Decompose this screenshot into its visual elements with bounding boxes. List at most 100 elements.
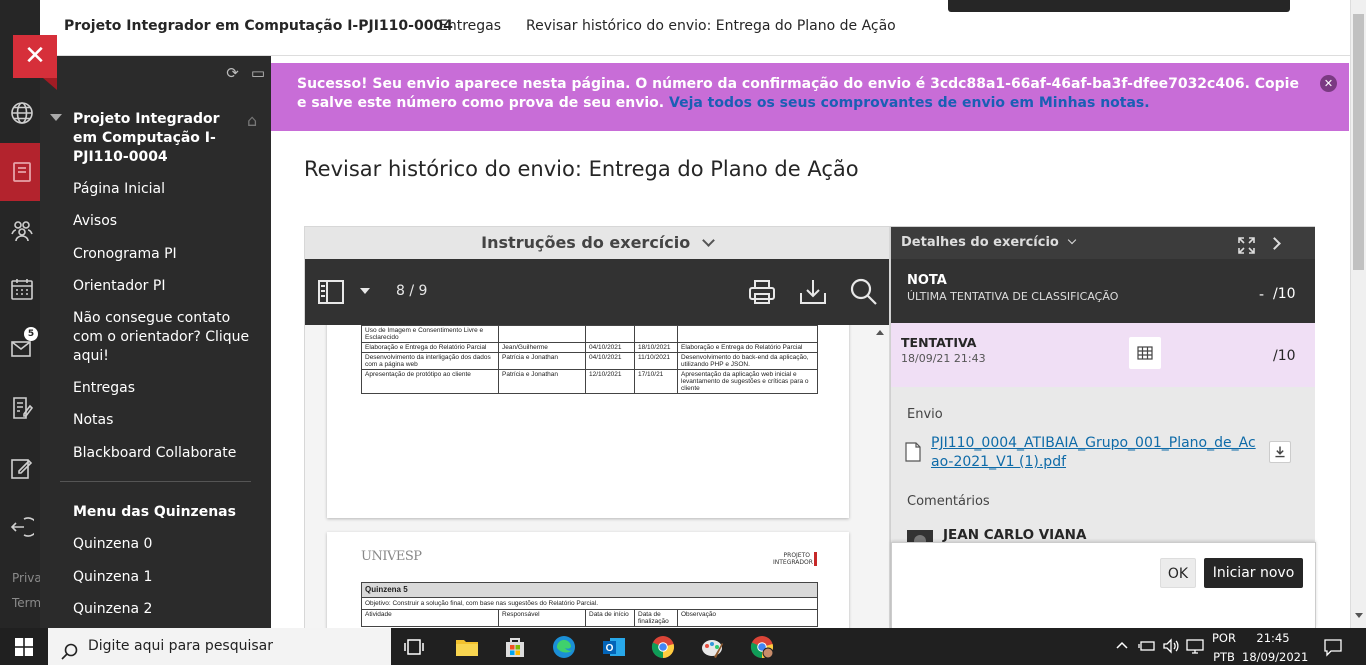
search-icon: [61, 638, 78, 660]
breadcrumb-deliveries[interactable]: Entregas: [439, 18, 501, 34]
chrome-icon[interactable]: [651, 635, 675, 659]
language-indicator[interactable]: POR PTB: [1206, 630, 1242, 665]
menu-section-title[interactable]: Menu das Quinzenas: [73, 503, 236, 522]
menu-item-grades[interactable]: Notas: [73, 411, 113, 430]
search-icon[interactable]: [849, 277, 879, 307]
table-row: Elaboração e Entrega do Relatório Parcia…: [361, 342, 818, 353]
windows-start-icon[interactable]: [15, 638, 33, 656]
submission-label: Envio: [907, 407, 943, 422]
grade-label: NOTA: [907, 273, 947, 288]
commenter-name: JEAN CARLO VIANA: [943, 527, 1087, 543]
table-cell: Apresentação de protótipo ao cliente: [361, 369, 499, 394]
table-cell: 12/10/2021: [585, 369, 635, 394]
scroll-down-icon[interactable]: [1355, 613, 1363, 618]
outlook-icon[interactable]: O: [602, 635, 626, 659]
task-view-icon[interactable]: [403, 635, 427, 659]
globe-icon[interactable]: [10, 101, 34, 125]
window-scrollbar[interactable]: [1350, 0, 1366, 628]
pdf-page-8: Uso de Imagem e Consentimento Livre e Es…: [327, 325, 849, 518]
table-cell: [585, 325, 635, 343]
refresh-icon[interactable]: ⟳: [226, 64, 239, 82]
network-icon[interactable]: [1186, 637, 1204, 655]
messages-icon[interactable]: 5: [10, 327, 38, 360]
menu-item-collaborate[interactable]: Blackboard Collaborate: [73, 444, 236, 463]
menu-item-quinzena-2[interactable]: Quinzena 2: [73, 600, 152, 619]
menu-item-quinzena-1[interactable]: Quinzena 1: [73, 568, 152, 587]
print-icon[interactable]: [747, 277, 777, 307]
chevron-right-icon[interactable]: [1268, 237, 1281, 250]
submission-file-link[interactable]: PJI110_0004_ATIBAIA_Grupo_001_Plano_de_A…: [931, 434, 1261, 472]
table-cell: Elaboração e Entrega do Relatório Parcia…: [677, 342, 818, 353]
volume-icon[interactable]: [1162, 637, 1180, 655]
details-header[interactable]: Detalhes do exercício: [891, 227, 1315, 259]
folder-view-icon[interactable]: ▭: [251, 64, 265, 82]
window-scroll-thumb[interactable]: [1353, 14, 1364, 270]
table-cell: Objetivo: Construir a solução final, com…: [361, 597, 818, 610]
caret-down-icon[interactable]: [357, 283, 373, 299]
table-row: Desenvolvimento da interligação dos dado…: [361, 352, 818, 370]
download-file-icon[interactable]: [1269, 441, 1291, 463]
home-icon[interactable]: ⌂: [247, 111, 257, 130]
grade-max: /10: [1273, 286, 1296, 302]
download-icon[interactable]: [798, 277, 828, 307]
menu-item-deliveries[interactable]: Entregas: [73, 379, 135, 398]
menu-item-announcements[interactable]: Avisos: [73, 212, 117, 231]
table-cell: Quinzena 5: [361, 582, 818, 598]
dismiss-banner-icon[interactable]: ✕: [1320, 75, 1337, 92]
table-row: Uso de Imagem e Consentimento Livre e Es…: [361, 325, 818, 343]
file-explorer-icon[interactable]: [455, 635, 479, 659]
start-new-button[interactable]: Iniciar novo: [1204, 558, 1303, 588]
projeto-integrador-logo: PROJETO INTEGRADOR: [773, 552, 817, 566]
pdf-scrollbar[interactable]: [872, 325, 889, 628]
breadcrumb-course[interactable]: Projeto Integrador em Computação I-PJI11…: [64, 18, 453, 34]
pdf-viewer[interactable]: Uso de Imagem e Consentimento Livre e Es…: [305, 325, 889, 628]
ok-button[interactable]: OK: [1160, 558, 1196, 588]
clock[interactable]: 21:45 18/09/2021: [1242, 630, 1308, 665]
tools-icon[interactable]: [10, 456, 34, 480]
course-menu-title[interactable]: Projeto Integrador em Computação I-PJI11…: [73, 110, 233, 167]
table-row: Objetivo: Construir a solução final, com…: [361, 597, 818, 610]
pdf-table-top: Uso de Imagem e Consentimento Livre e Es…: [361, 325, 818, 394]
chevron-up-icon[interactable]: [1114, 637, 1130, 653]
close-menu-button[interactable]: ✕: [13, 35, 57, 90]
notifications-icon[interactable]: [1323, 637, 1343, 657]
menu-item-schedule[interactable]: Cronograma PI: [73, 245, 177, 264]
table-cell: 17/10/21: [634, 369, 678, 394]
chrome-profile-icon[interactable]: [750, 635, 774, 659]
scroll-up-icon[interactable]: [876, 330, 884, 335]
taskbar: Digite aqui para pesquisar O POR PTB 21:…: [0, 628, 1366, 665]
table-cell: 11/10/2021: [634, 352, 678, 370]
pdf-table-quinzena5: Quinzena 5 Objetivo: Construir a solução…: [361, 582, 818, 627]
attempt-row[interactable]: TENTATIVA 18/09/21 21:43 /10: [891, 323, 1315, 387]
paint-icon[interactable]: [700, 635, 724, 659]
grade-sublabel: ÚLTIMA TENTATIVA DE CLASSIFICAÇÃO: [907, 290, 1119, 303]
table-cell: [634, 325, 678, 343]
chevron-down-icon: [701, 234, 715, 247]
menu-item-quinzena-0[interactable]: Quinzena 0: [73, 535, 152, 554]
sign-out-icon[interactable]: [10, 515, 38, 539]
sidebar-toggle-icon[interactable]: [316, 277, 346, 307]
table-cell: [677, 325, 818, 343]
battery-icon[interactable]: [1138, 638, 1156, 654]
banner-link[interactable]: Veja todos os seus comprovantes de envio…: [669, 95, 1150, 111]
screen: 5 Priva Term Projeto Integrador em Compu…: [0, 0, 1366, 665]
courses-icon[interactable]: [10, 160, 34, 184]
collapse-icon[interactable]: [50, 114, 62, 121]
course-menu: ⟳ ▭ Projeto Integrador em Computação I-PJ…: [40, 56, 271, 628]
taskbar-search-input[interactable]: Digite aqui para pesquisar: [48, 628, 391, 665]
edge-icon[interactable]: [552, 635, 576, 659]
menu-item-contact-help[interactable]: Não consegue contato com o orientador? C…: [73, 309, 253, 366]
table-cell: Uso de Imagem e Consentimento Livre e Es…: [361, 325, 499, 343]
terms-link[interactable]: Term: [12, 596, 41, 610]
calendar-icon[interactable]: [10, 277, 34, 301]
privacy-link[interactable]: Priva: [12, 571, 42, 585]
menu-item-advisor[interactable]: Orientador PI: [73, 277, 165, 296]
grades-icon[interactable]: [10, 396, 34, 420]
groups-icon[interactable]: [10, 218, 34, 242]
instructions-header[interactable]: Instruções do exercício: [305, 227, 889, 259]
table-row: Atividade Responsável Data de início Dat…: [361, 609, 818, 627]
menu-item-home[interactable]: Página Inicial: [73, 180, 165, 199]
rubric-grid-icon[interactable]: [1129, 337, 1161, 369]
expand-icon[interactable]: [1238, 235, 1255, 254]
store-icon[interactable]: [503, 635, 527, 659]
